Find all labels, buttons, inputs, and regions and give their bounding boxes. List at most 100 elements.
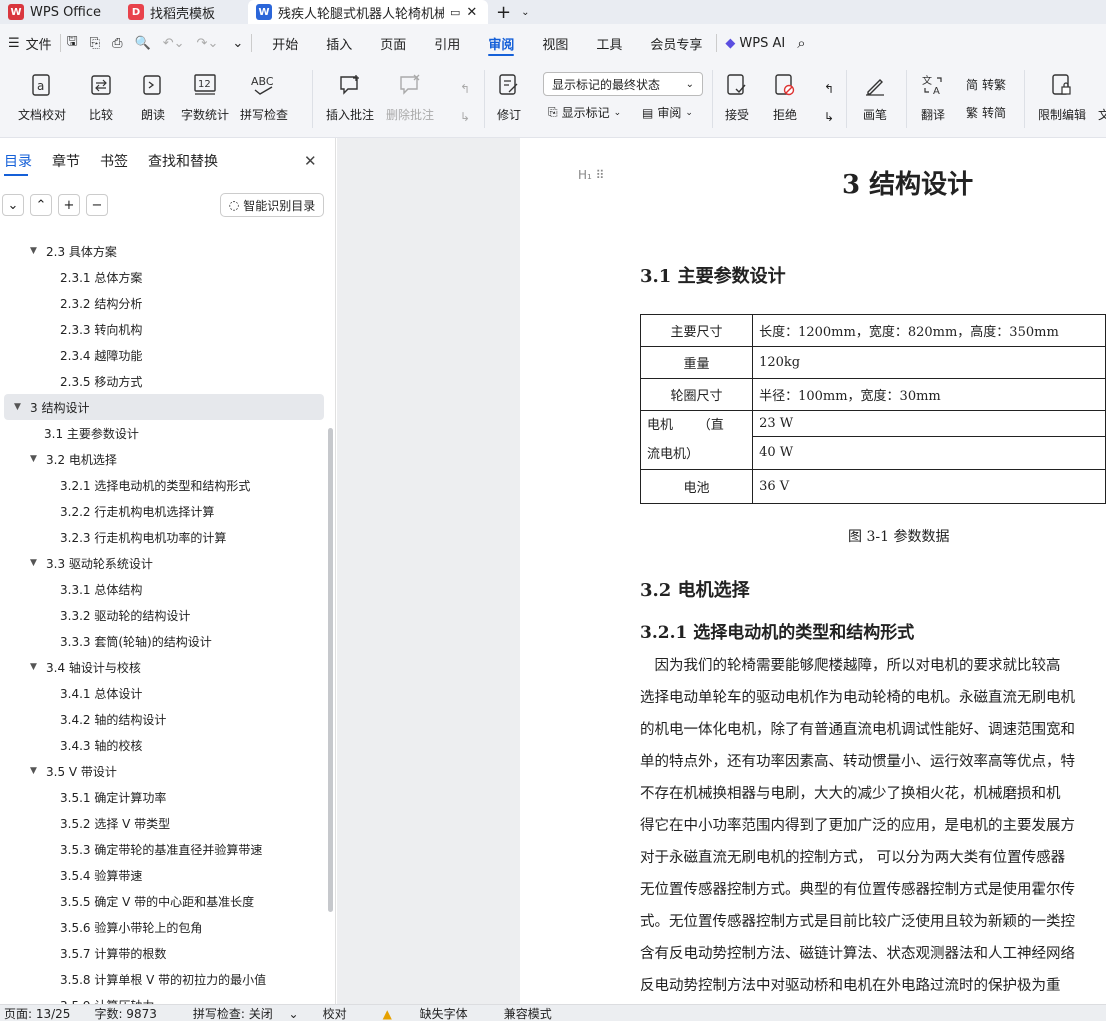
tab-wps-office[interactable]: W WPS Office [0,0,120,24]
word-count-button[interactable]: 12 字数统计 [181,72,229,123]
insert-comment-button[interactable]: 插入批注 [326,72,374,123]
missing-font-status[interactable]: ▲ 缺失字体 [359,1005,492,1022]
tab-chapters[interactable]: 章节 [42,138,90,184]
menu-page[interactable]: 页面 [366,24,420,62]
spell-check-status[interactable]: 拼写检查: 关闭 ⌄ [169,1005,311,1022]
expand-arrow-icon[interactable]: ▼ [30,662,46,672]
toc-item[interactable]: 2.3.1 总体方案 [0,264,320,290]
tab-find-replace[interactable]: 查找和替换 [138,138,228,184]
tab-document[interactable]: W 残疾人轮腿式机器人轮椅机械 ▭ ✕ [248,0,488,24]
page-indicator[interactable]: 页面: 13/25 [0,1005,82,1022]
spell-check-button[interactable]: ABC 拼写检查 [240,72,288,123]
delete-comment-button[interactable]: 删除批注 [386,72,434,123]
toc-item[interactable]: 3.1 主要参数设计 [0,420,320,446]
toc-item[interactable]: ▼ 3.2 电机选择 [0,446,320,472]
expand-arrow-icon[interactable]: ▼ [30,766,46,776]
heading-handle-icon[interactable]: H₁ ⠿ [578,168,604,182]
more-icon[interactable]: ⌄ [224,24,251,62]
remove-heading-icon[interactable]: − [86,194,108,216]
menu-member[interactable]: 会员专享 [636,24,716,62]
print-icon[interactable]: ⎙ [106,24,128,62]
to-simplified-button[interactable]: 繁转简 [966,104,1006,121]
tab-docer-templates[interactable]: D 找稻壳模板 [120,0,248,24]
wps-ai-button[interactable]: ◆ WPS AI [717,24,793,62]
toc-item[interactable]: 3.5.6 验算小带轮上的包角 [0,914,320,940]
toc-item[interactable]: ▼ 2.3 具体方案 [0,238,320,264]
search-icon[interactable]: ⌕ [793,24,809,62]
close-icon[interactable]: ✕ [304,152,317,170]
prev-comment-button[interactable]: ↰ ↳ [452,76,478,138]
save-icon[interactable]: 🖫 [61,24,84,62]
expand-arrow-icon[interactable]: ▼ [30,558,46,568]
smart-toc-button[interactable]: ◌ 智能识别目录 [220,193,324,217]
sidebar-scrollbar[interactable] [328,428,333,912]
toc-item[interactable]: 3.4.1 总体设计 [0,680,320,706]
new-tab-button[interactable]: + [488,0,519,24]
pen-button[interactable]: 画笔 [862,72,888,123]
doc-button-partial[interactable]: 文 [1098,106,1106,123]
undo-icon[interactable]: ↶⌄ [157,24,191,62]
toc-item[interactable]: 3.2.1 选择电动机的类型和结构形式 [0,472,320,498]
prev-change-button[interactable]: ↰ ↳ [816,76,842,138]
revise-button[interactable]: 修订 [496,72,522,123]
toc-item[interactable]: 3.5.3 确定带轮的基准直径并验算带速 [0,836,320,862]
reject-button[interactable]: 拒绝 [772,72,798,123]
toc-item[interactable]: 3.5.8 计算单根 V 带的初拉力的最小值 [0,966,320,992]
show-marks-button[interactable]: ⎘ 显示标记 ⌄ [548,104,621,121]
word-count-status[interactable]: 字数: 9873 [82,1005,168,1022]
expand-arrow-icon[interactable]: ▼ [14,402,30,412]
toc-item[interactable]: 2.3.5 移动方式 [0,368,320,394]
read-aloud-button[interactable]: 朗读 [140,72,166,123]
menu-review[interactable]: 审阅 [474,24,528,62]
toc-item[interactable]: ▼ 3.5 V 带设计 [0,758,320,784]
svg-text:文: 文 [922,74,932,87]
menu-start[interactable]: 开始 [258,24,312,62]
tab-bookmarks[interactable]: 书签 [90,138,138,184]
toc-item[interactable]: 2.3.3 转向机构 [0,316,320,342]
menu-references[interactable]: 引用 [420,24,474,62]
accept-button[interactable]: 接受 [724,72,750,123]
proofread-status[interactable]: 校对 [311,1005,359,1022]
toc-item[interactable]: ▼ 3 结构设计 [4,394,324,420]
toc-item[interactable]: 3.5.4 验算带速 [0,862,320,888]
expand-arrow-icon[interactable]: ▼ [30,454,46,464]
menu-insert[interactable]: 插入 [312,24,366,62]
toc-item[interactable]: 3.4.3 轴的校核 [0,732,320,758]
file-menu[interactable]: ☰ 文件 [0,24,60,62]
export-icon[interactable]: ⎘ [84,24,106,62]
toc-item[interactable]: 3.5.7 计算带的根数 [0,940,320,966]
toc-item[interactable]: ▼ 3.3 驱动轮系统设计 [0,550,320,576]
display-mode-select[interactable]: 显示标记的最终状态 ⌄ [543,72,703,96]
proofread-button[interactable]: a 文档校对 [18,72,66,123]
toc-item[interactable]: 3.2.2 行走机构电机选择计算 [0,498,320,524]
menu-tools[interactable]: 工具 [582,24,636,62]
redo-icon[interactable]: ↷⌄ [191,24,225,62]
toc-item[interactable]: 3.4.2 轴的结构设计 [0,706,320,732]
expand-arrow-icon[interactable]: ▼ [30,246,46,256]
toc-item[interactable]: 3.5.5 确定 V 带的中心距和基准长度 [0,888,320,914]
tab-toc[interactable]: 目录 [2,138,42,184]
toc-item[interactable]: 3.5.1 确定计算功率 [0,784,320,810]
review-pane-button[interactable]: ▤ 审阅 ⌄ [642,104,693,121]
toc-item[interactable]: 2.3.4 越障功能 [0,342,320,368]
toc-item[interactable]: 3.3.3 套筒(轮轴)的结构设计 [0,628,320,654]
chevron-up-icon[interactable]: ⌃ [30,194,52,216]
restrict-edit-button[interactable]: 限制编辑 [1038,72,1086,123]
insert-comment-icon [337,72,363,98]
toc-item[interactable]: ▼ 3.4 轴设计与校核 [0,654,320,680]
chevron-down-icon: ⌄ [613,107,622,118]
menu-view[interactable]: 视图 [528,24,582,62]
print-preview-icon[interactable]: 🔍 [129,24,157,62]
toc-item[interactable]: 2.3.2 结构分析 [0,290,320,316]
toc-item[interactable]: 3.5.2 选择 V 带类型 [0,810,320,836]
to-traditional-button[interactable]: 简转繁 [966,76,1006,93]
chevron-down-icon[interactable]: ⌄ [2,194,24,216]
toc-item[interactable]: 3.3.1 总体结构 [0,576,320,602]
tab-list-dropdown-icon[interactable]: ⌄ [519,0,531,24]
compare-button[interactable]: 比较 [88,72,114,123]
toc-item[interactable]: 3.3.2 驱动轮的结构设计 [0,602,320,628]
add-heading-icon[interactable]: + [58,194,80,216]
translate-button[interactable]: 文A 翻译 [920,72,946,123]
close-tab-icon[interactable]: ✕ [466,5,477,20]
toc-item[interactable]: 3.2.3 行走机构电机功率的计算 [0,524,320,550]
